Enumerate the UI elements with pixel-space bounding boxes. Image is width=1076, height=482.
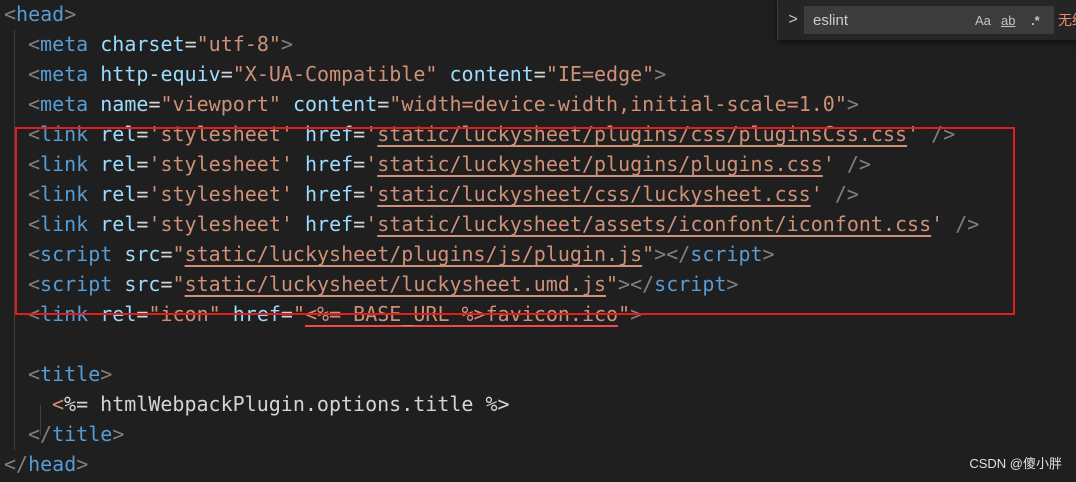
code-token: charset [100, 32, 185, 56]
regex-icon[interactable]: .* [1031, 7, 1040, 35]
watermark: CSDN @傻小胖 [969, 456, 1062, 471]
code-token: meta [40, 92, 89, 116]
code-token: > [280, 32, 293, 56]
code-line[interactable]: </title> [28, 419, 124, 449]
code-token: < [28, 62, 41, 86]
code-line[interactable]: <%= htmlWebpackPlugin.options.title %> [52, 389, 510, 419]
code-token: < [52, 392, 65, 416]
code-token: </ [4, 452, 29, 476]
code-token: > [112, 422, 125, 446]
code-line[interactable]: <meta name="viewport" content="width=dev… [28, 89, 859, 119]
code-token: title [52, 422, 113, 446]
find-query[interactable]: eslint [813, 7, 848, 35]
code-token: content [449, 62, 534, 86]
code-token: "width=device-width,initial-scale=1.0" [389, 92, 847, 116]
code-token: = [184, 32, 197, 56]
code-token: > [846, 92, 859, 116]
code-token: content [292, 92, 378, 116]
code-token: > [100, 362, 113, 386]
code-token: < [28, 92, 41, 116]
code-token: http-equiv [100, 62, 221, 86]
code-token: = [220, 62, 233, 86]
code-token: = [377, 92, 390, 116]
code-token: meta [40, 62, 89, 86]
code-token: = [148, 92, 161, 116]
code-token: name [100, 92, 149, 116]
code-token: "viewport" [160, 92, 281, 116]
code-token: head [16, 2, 65, 26]
code-token: "utf-8" [196, 32, 281, 56]
code-token: < [28, 32, 41, 56]
code-line[interactable]: <title> [28, 359, 112, 389]
code-token: meta [40, 32, 89, 56]
match-case-icon[interactable]: Aa [975, 7, 991, 35]
code-token: "IE=edge" [545, 62, 655, 86]
whole-word-icon[interactable]: ab [1001, 7, 1015, 35]
annotation-highlight-box [15, 127, 1015, 315]
code-token: title [40, 362, 101, 386]
code-line[interactable]: <head> [4, 0, 76, 29]
code-line[interactable]: <meta http-equiv="X-UA-Compatible" conte… [28, 59, 666, 89]
code-token: </ [28, 422, 53, 446]
code-token: head [28, 452, 77, 476]
code-token: < [28, 362, 41, 386]
toggle-replace-icon[interactable]: > [784, 8, 802, 32]
find-input[interactable]: eslint Aa ab .* [804, 6, 1054, 34]
code-token: > [76, 452, 89, 476]
code-token: > [654, 62, 667, 86]
find-widget: > eslint Aa ab .* 无结果 [777, 0, 1076, 40]
code-line[interactable]: </head> [4, 449, 88, 479]
code-token: < [4, 2, 17, 26]
code-token: %= htmlWebpackPlugin.options.title %> [64, 392, 510, 416]
code-token: > [64, 2, 77, 26]
code-line[interactable]: <meta charset="utf-8"> [28, 29, 293, 59]
code-token: = [533, 62, 546, 86]
find-result-status: 无结果 [1058, 12, 1076, 28]
code-token: "X-UA-Compatible" [232, 62, 438, 86]
